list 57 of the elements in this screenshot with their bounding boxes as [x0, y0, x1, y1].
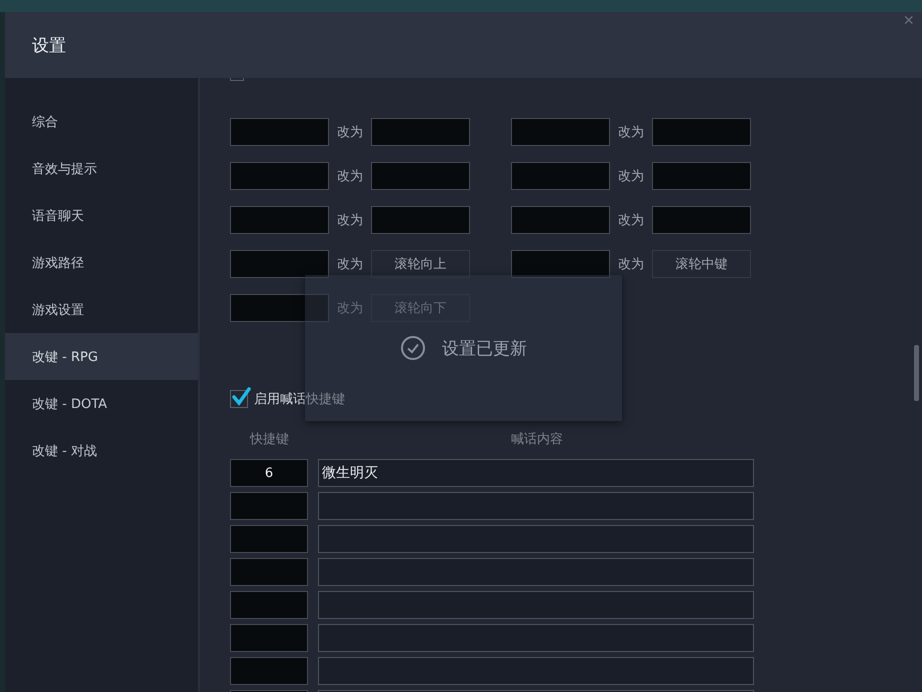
- key-input-field[interactable]: [511, 206, 610, 234]
- change-to-label: 改为: [617, 256, 645, 273]
- sidebar-item[interactable]: 语音聊天: [5, 192, 198, 239]
- change-to-label: 改为: [336, 212, 364, 229]
- hotkey-field[interactable]: [230, 657, 308, 685]
- hotkey-field[interactable]: [230, 624, 308, 652]
- key-input-field[interactable]: [511, 250, 610, 278]
- sidebar-item[interactable]: 游戏设置: [5, 286, 198, 333]
- shout-text-field[interactable]: 微生明灭: [318, 459, 754, 487]
- key-input-field[interactable]: [230, 162, 329, 190]
- mouse-key-field[interactable]: 滚轮中键: [652, 250, 751, 278]
- sidebar-item[interactable]: 改键 - RPG: [5, 333, 198, 380]
- hotkey-field[interactable]: [230, 591, 308, 619]
- shout-text-field[interactable]: [318, 492, 754, 520]
- key-input-field[interactable]: [511, 162, 610, 190]
- key-input-field[interactable]: [371, 162, 470, 190]
- checkbox-icon[interactable]: [230, 78, 244, 81]
- hotkey-field[interactable]: 6: [230, 459, 308, 487]
- change-to-label: 改为: [336, 124, 364, 141]
- column-header: 快捷键: [250, 431, 289, 448]
- shout-text-field[interactable]: [318, 591, 754, 619]
- sidebar-item[interactable]: 改键 - DOTA: [5, 380, 198, 427]
- toast-message: 设置已更新: [442, 338, 527, 360]
- key-input-field[interactable]: [230, 294, 329, 322]
- shout-text-field[interactable]: [318, 657, 754, 685]
- change-to-label: 改为: [336, 168, 364, 185]
- check-circle-icon: [400, 335, 426, 361]
- key-input-field[interactable]: [230, 206, 329, 234]
- hotkey-field[interactable]: [230, 558, 308, 586]
- change-to-label: 改为: [617, 212, 645, 229]
- key-input-field[interactable]: [652, 162, 751, 190]
- column-header: 喊话内容: [511, 431, 563, 448]
- shout-text-field[interactable]: [318, 558, 754, 586]
- sidebar-item[interactable]: 改键 - 对战: [5, 427, 198, 474]
- window-title: 设置: [32, 34, 66, 56]
- key-input-field[interactable]: [371, 206, 470, 234]
- shout-text-field[interactable]: [318, 624, 754, 652]
- change-to-label: 改为: [336, 300, 364, 317]
- checkbox[interactable]: [230, 390, 248, 408]
- key-input-field[interactable]: [371, 118, 470, 146]
- sidebar-item[interactable]: 综合: [5, 98, 198, 145]
- sidebar-item[interactable]: 音效与提示: [5, 145, 198, 192]
- sidebar-item[interactable]: 游戏路径: [5, 239, 198, 286]
- hotkey-field[interactable]: [230, 525, 308, 553]
- checkbox-label: 启用喊话快捷键: [254, 391, 345, 408]
- change-to-label: 改为: [336, 256, 364, 273]
- key-input-field[interactable]: [652, 118, 751, 146]
- change-to-label: 改为: [617, 168, 645, 185]
- scrollbar-thumb[interactable]: [914, 345, 919, 401]
- hotkey-field[interactable]: [230, 492, 308, 520]
- key-input-field[interactable]: [230, 118, 329, 146]
- key-input-field[interactable]: [652, 206, 751, 234]
- key-input-field[interactable]: [511, 118, 610, 146]
- shout-text-field[interactable]: [318, 525, 754, 553]
- change-to-label: 改为: [617, 124, 645, 141]
- mouse-key-field[interactable]: 滚轮向上: [371, 250, 470, 278]
- key-input-field[interactable]: [230, 250, 329, 278]
